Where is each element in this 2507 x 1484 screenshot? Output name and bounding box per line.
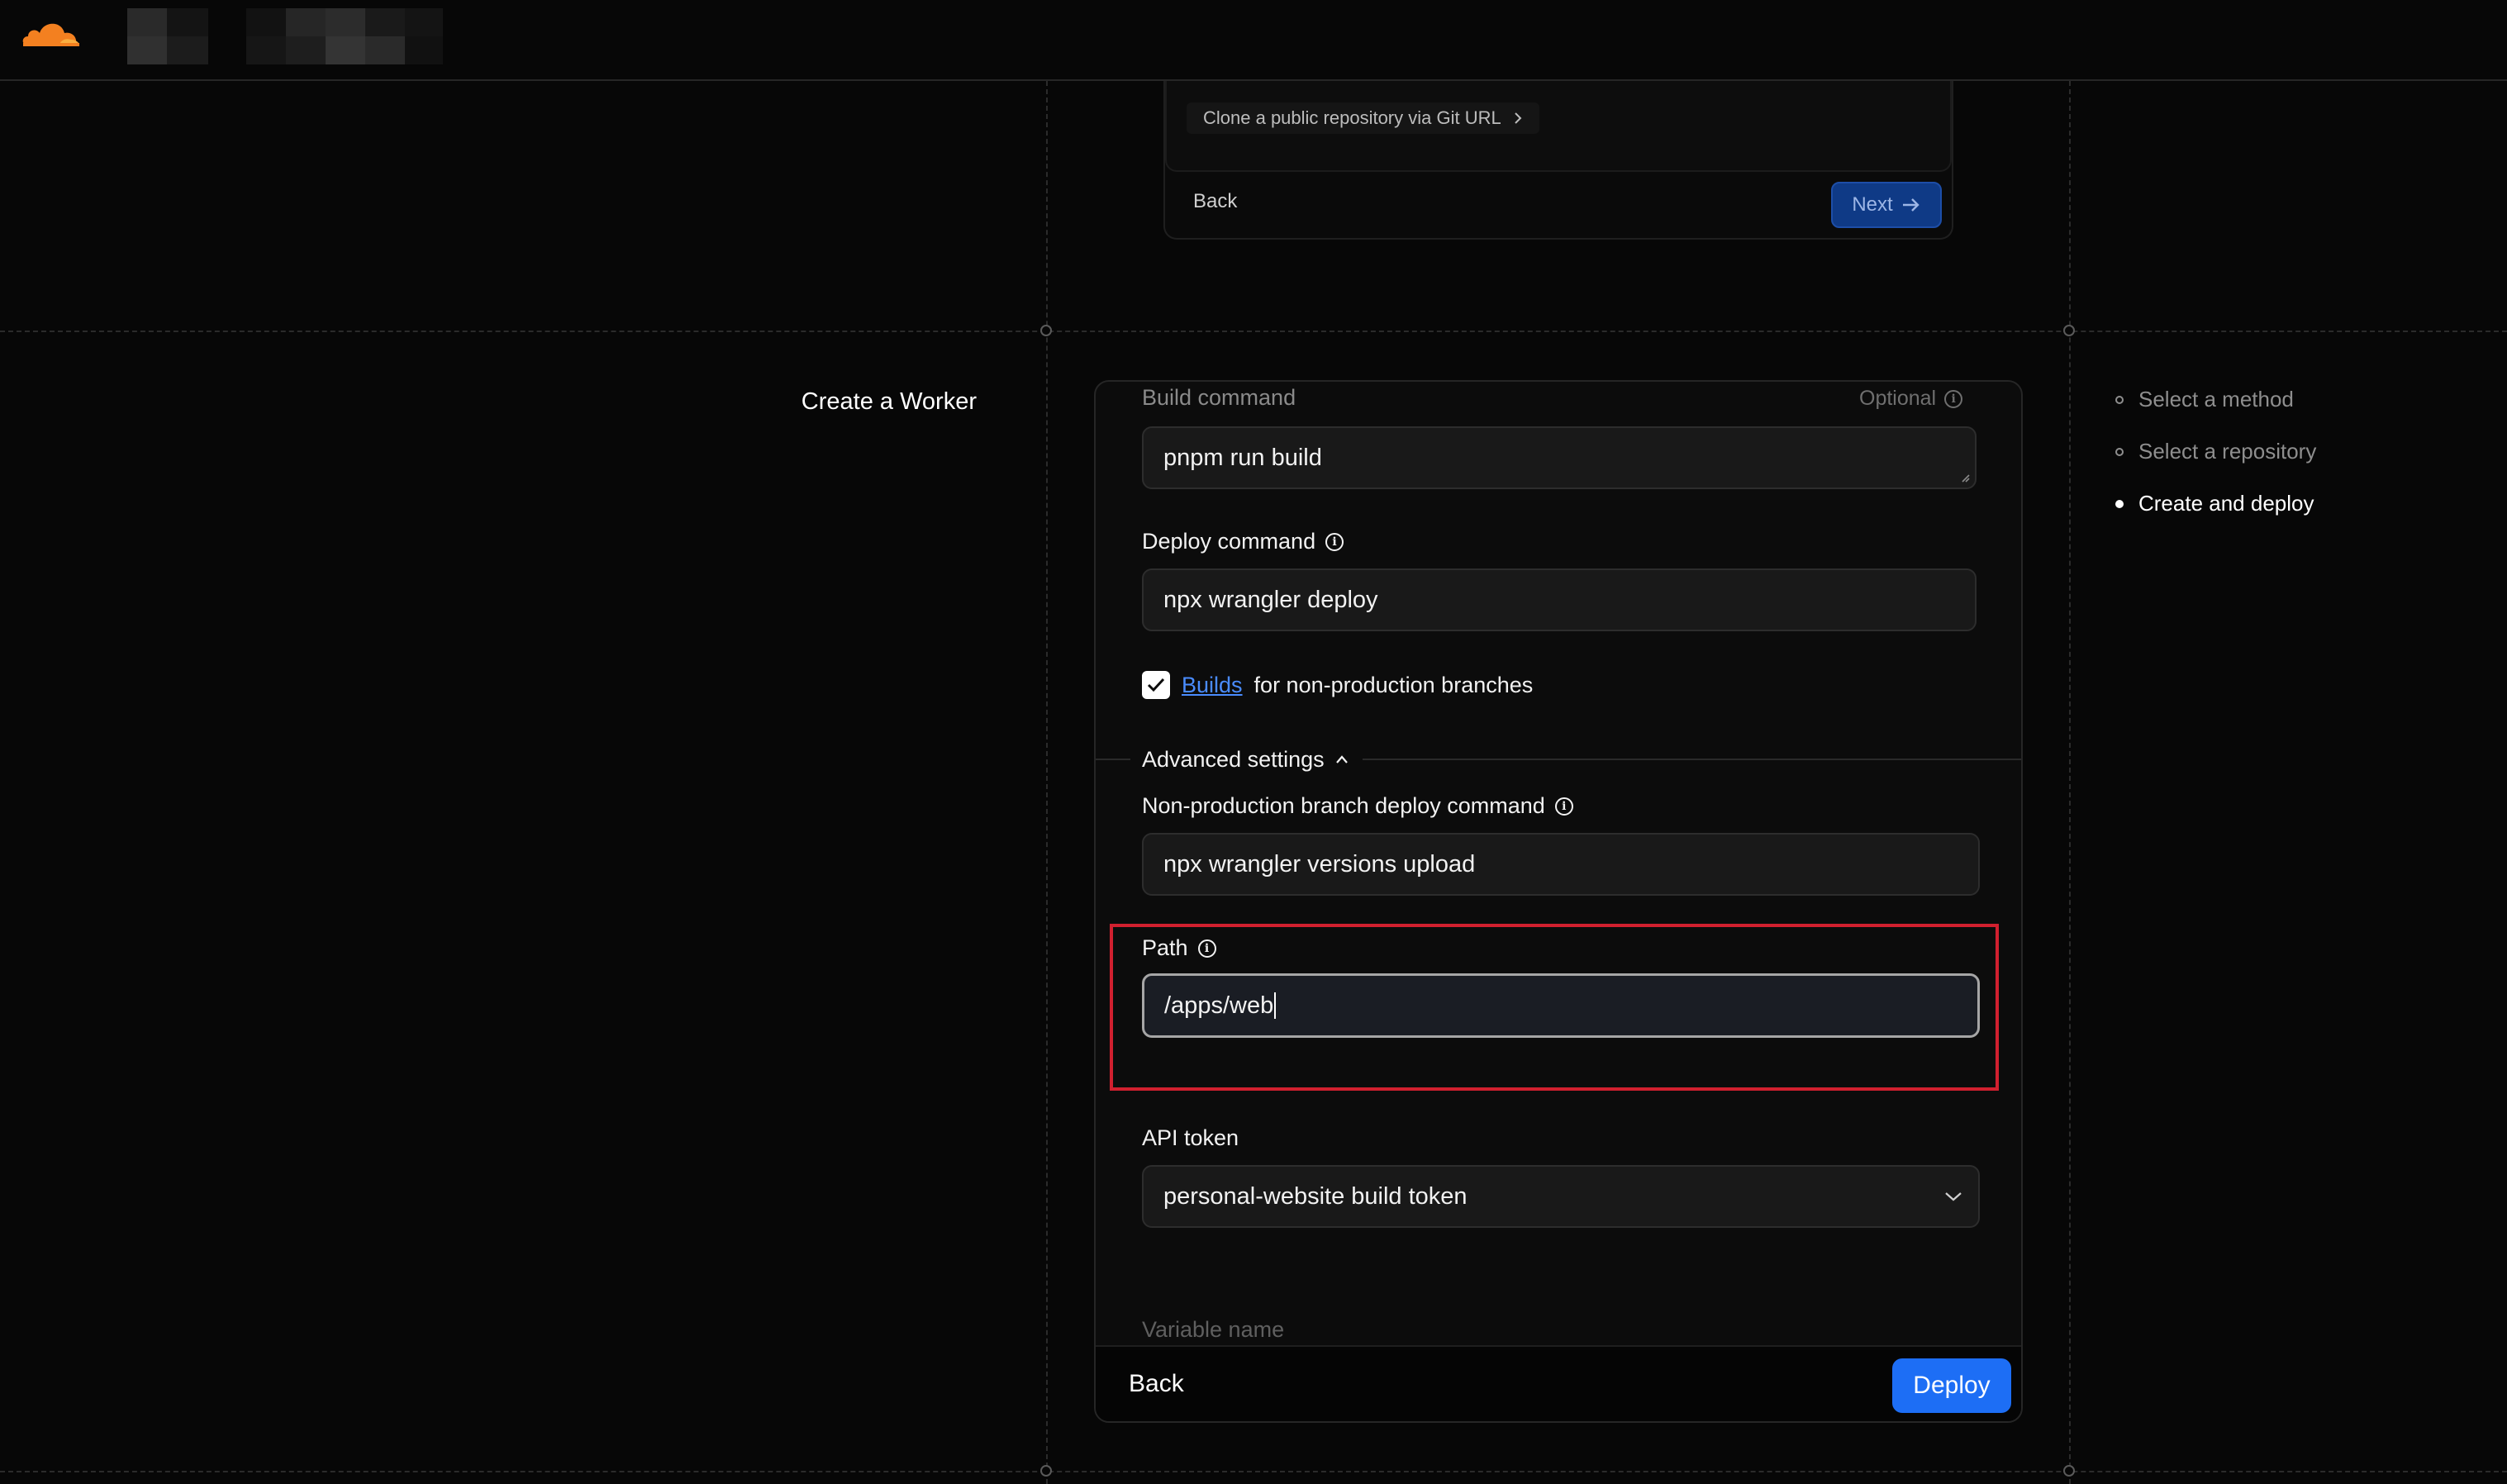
step-dot-icon <box>2115 395 2124 404</box>
info-icon[interactable]: i <box>1554 797 1573 816</box>
build-command-input[interactable]: pnpm run build <box>1142 426 1977 489</box>
cloudflare-logo-icon[interactable] <box>20 15 83 50</box>
non-prod-deploy-label: Non-production branch deploy command i <box>1142 793 1573 819</box>
api-token-label: API token <box>1142 1125 1239 1151</box>
optional-text: Optional <box>1859 387 1937 410</box>
build-command-label-text: Build command <box>1142 385 1296 410</box>
guide-node <box>1040 1465 1052 1477</box>
step-select-method[interactable]: Select a method <box>2115 387 2294 412</box>
variable-name-label: Variable name <box>1142 1317 1284 1343</box>
guide-line-top <box>0 331 2507 332</box>
variable-name-label-text: Variable name <box>1142 1317 1285 1342</box>
guide-line-left <box>1046 81 1048 1484</box>
path-input[interactable]: /apps/web <box>1142 973 1980 1038</box>
path-label: Path i <box>1142 935 1216 961</box>
optional-tag: Optional i <box>1859 387 1963 411</box>
page-title: Create a Worker <box>801 388 977 415</box>
step-create-and-deploy[interactable]: Create and deploy <box>2115 491 2314 516</box>
step-label: Create and deploy <box>2138 491 2314 516</box>
chevron-up-icon <box>1335 755 1348 763</box>
deploy-command-label: Deploy command i <box>1142 529 1344 554</box>
breadcrumb-redacted[interactable] <box>246 8 443 64</box>
guide-line-bottom <box>0 1471 2507 1472</box>
api-token-label-text: API token <box>1142 1125 1239 1150</box>
non-prod-deploy-input[interactable]: npx wrangler versions upload <box>1142 833 1980 896</box>
non-prod-deploy-value: npx wrangler versions upload <box>1163 850 1476 878</box>
api-token-select[interactable]: personal-website build token <box>1142 1165 1980 1228</box>
account-name-redacted[interactable] <box>127 8 208 64</box>
next-button[interactable]: Next <box>1831 182 1942 228</box>
step-dot-icon <box>2115 499 2124 508</box>
api-token-value: personal-website build token <box>1163 1182 1468 1210</box>
text-caret <box>1274 992 1277 1019</box>
non-prod-deploy-label-text: Non-production branch deploy command <box>1142 793 1545 818</box>
builds-checkbox[interactable] <box>1142 671 1170 699</box>
resize-handle-icon[interactable] <box>1960 473 1970 483</box>
next-label: Next <box>1852 193 1893 216</box>
deploy-command-input[interactable]: npx wrangler deploy <box>1142 568 1977 631</box>
clone-git-url-link[interactable]: Clone a public repository via Git URL <box>1187 102 1539 134</box>
info-icon[interactable]: i <box>1325 532 1344 551</box>
create-deploy-form: Build command Optional i pnpm run build … <box>1094 380 2023 1423</box>
step-select-repository[interactable]: Select a repository <box>2115 439 2316 464</box>
chevron-down-icon <box>1945 1192 1962 1201</box>
deploy-command-value: npx wrangler deploy <box>1163 586 1378 613</box>
guide-node <box>2063 1465 2075 1477</box>
chevron-right-icon <box>1515 112 1522 124</box>
builds-link[interactable]: Builds <box>1182 673 1243 698</box>
advanced-settings-toggle[interactable]: Advanced settings <box>1130 745 1363 773</box>
info-icon[interactable]: i <box>1197 939 1216 958</box>
info-icon[interactable]: i <box>1944 389 1963 408</box>
guide-line-right <box>2069 81 2071 1484</box>
previous-back-button[interactable]: Back <box>1193 190 1237 213</box>
deploy-command-label-text: Deploy command <box>1142 529 1316 554</box>
clone-git-url-label: Clone a public repository via Git URL <box>1203 107 1501 128</box>
guide-node <box>1040 325 1052 336</box>
build-command-label: Build command <box>1142 385 1296 411</box>
form-footer: Back Deploy <box>1096 1345 2021 1421</box>
path-label-text: Path <box>1142 935 1188 960</box>
advanced-settings-label: Advanced settings <box>1142 746 1325 772</box>
path-value: /apps/web <box>1164 992 1274 1019</box>
step-label: Select a method <box>2138 387 2294 411</box>
guide-node <box>2063 325 2075 336</box>
builds-checkbox-text: for non-production branches <box>1254 672 1534 697</box>
build-command-value: pnpm run build <box>1163 444 1322 471</box>
arrow-right-icon <box>1902 198 1919 212</box>
step-label: Select a repository <box>2138 439 2317 464</box>
deploy-button[interactable]: Deploy <box>1892 1358 2011 1413</box>
back-button[interactable]: Back <box>1129 1370 1184 1398</box>
builds-checkbox-row: Builds for non-production branches <box>1142 671 1533 699</box>
checkmark-icon <box>1147 678 1165 692</box>
top-bar <box>0 0 2507 81</box>
step-dot-icon <box>2115 447 2124 456</box>
